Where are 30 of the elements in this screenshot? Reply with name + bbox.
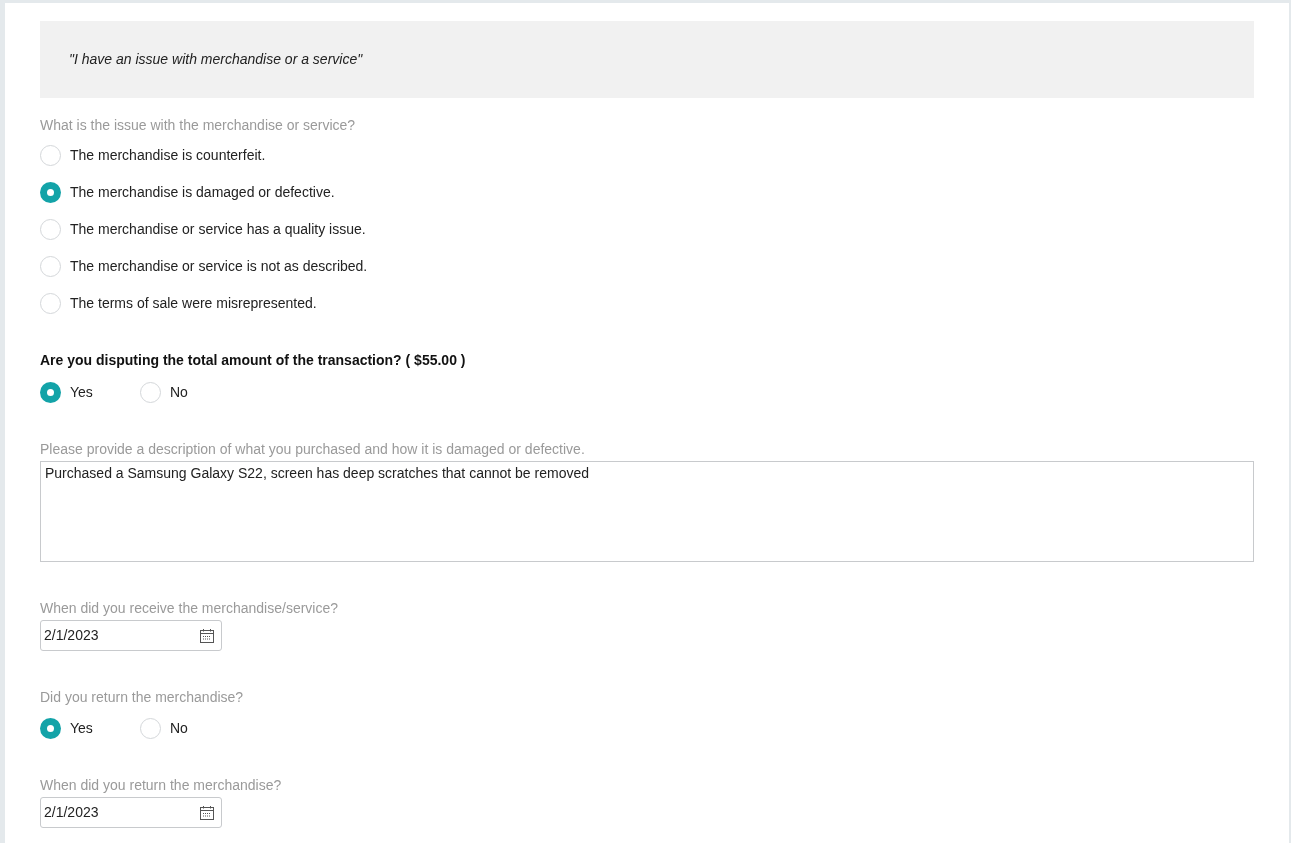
option-label: No <box>170 719 188 738</box>
option-label: Yes <box>70 719 93 738</box>
calendar-icon[interactable] <box>199 804 215 821</box>
question-label: Are you disputing the total amount of the transaction? ( $55.00 ) <box>40 351 467 370</box>
radio-button[interactable] <box>40 382 61 403</box>
radio-button[interactable] <box>40 145 61 166</box>
radio-button[interactable] <box>40 256 61 277</box>
radio-button[interactable] <box>140 718 161 739</box>
calendar-icon[interactable] <box>199 627 215 644</box>
radio-button[interactable] <box>40 293 61 314</box>
question-label: When did you return the merchandise? <box>40 776 283 795</box>
banner-text: "I have an issue with merchandise or a service" <box>69 50 363 69</box>
question-label: When did you receive the merchandise/service? <box>40 599 340 618</box>
radio-button[interactable] <box>40 718 61 739</box>
option-label: The merchandise or service has a quality issue. <box>70 220 366 239</box>
date-field[interactable]: 2/1/2023 <box>40 620 222 651</box>
radio-button[interactable] <box>40 182 61 203</box>
description-field[interactable]: Purchased a Samsung Galaxy S22, screen has deep scratches that cannot be removed <box>40 461 1254 562</box>
option-label: No <box>170 383 188 402</box>
option-label: The merchandise is damaged or defective. <box>70 183 335 202</box>
radio-button[interactable] <box>140 382 161 403</box>
question-label: What is the issue with the merchandise or service? <box>40 116 357 135</box>
question-label: Please provide a description of what you purchased and how it is damaged or defective. <box>40 440 586 459</box>
option-label: The merchandise is counterfeit. <box>70 146 266 165</box>
option-label: Yes <box>70 383 93 402</box>
option-label: The merchandise or service is not as described. <box>70 257 368 276</box>
option-label: The terms of sale were misrepresented. <box>70 294 317 313</box>
date-field[interactable]: 2/1/2023 <box>40 797 222 828</box>
radio-button[interactable] <box>40 219 61 240</box>
question-label: Did you return the merchandise? <box>40 688 245 707</box>
